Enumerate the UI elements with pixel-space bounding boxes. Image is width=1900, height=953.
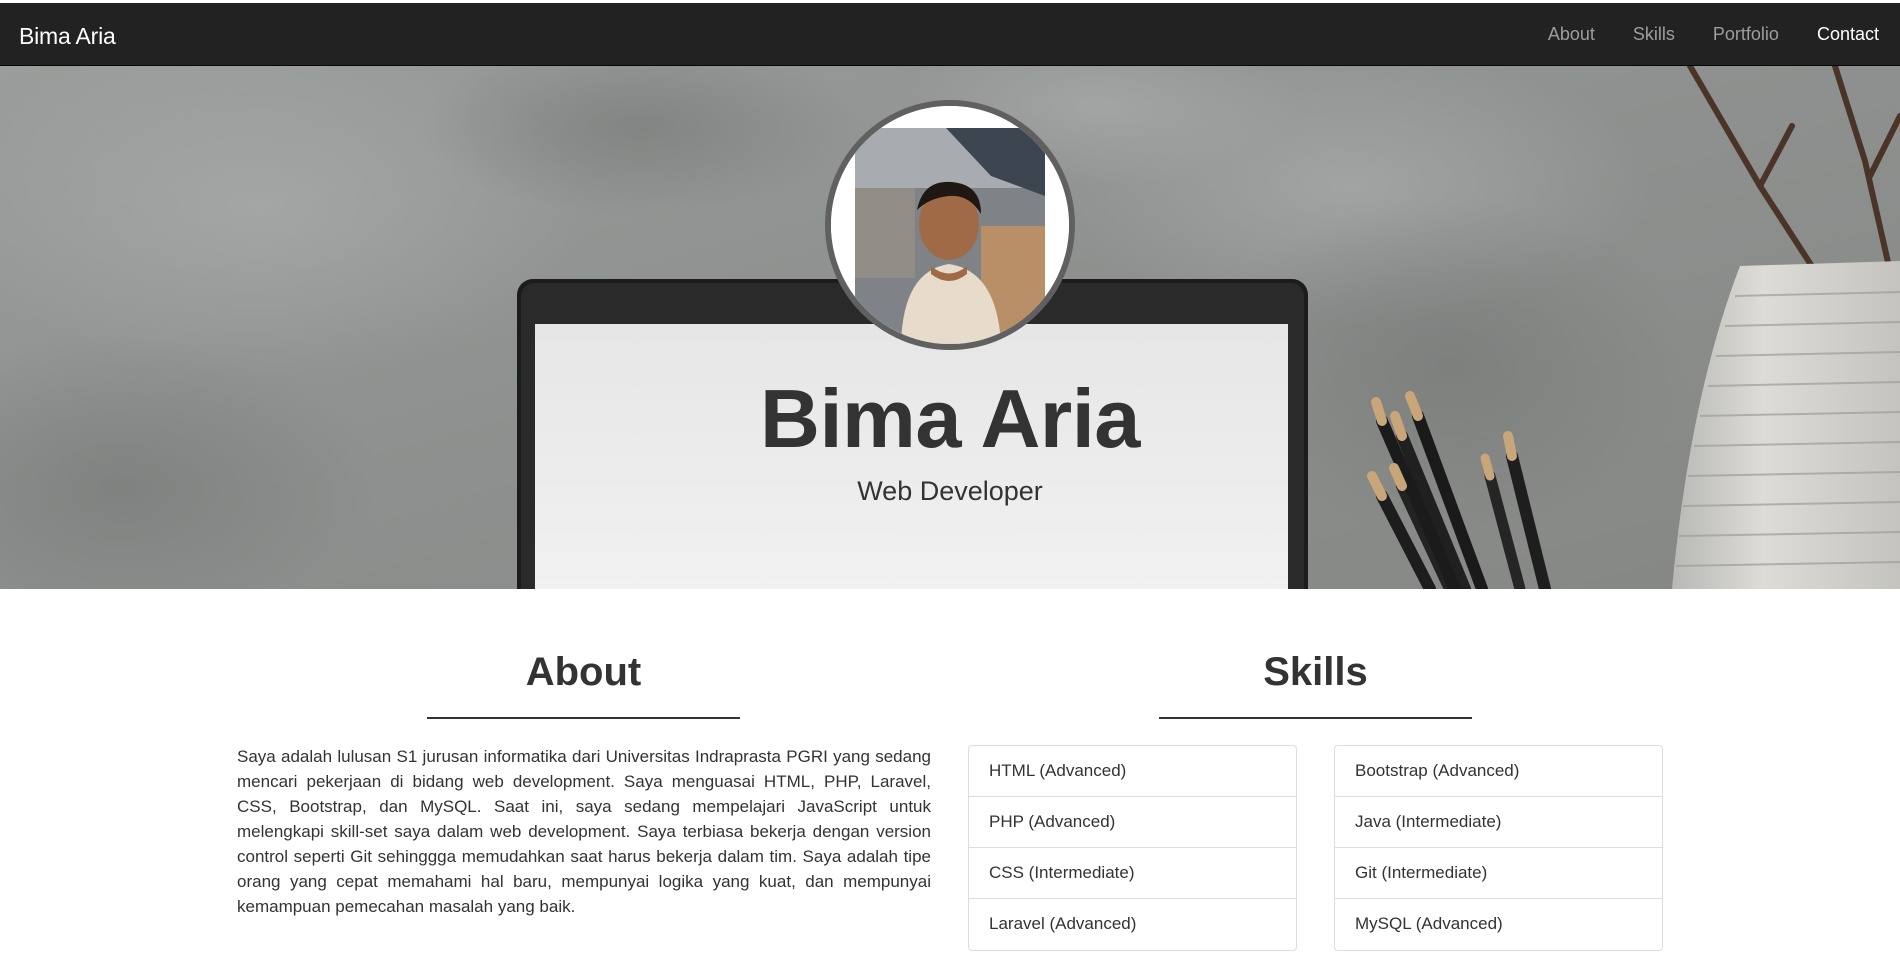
- hero-name: Bima Aria: [760, 372, 1140, 465]
- brand-link[interactable]: Bima Aria: [19, 23, 116, 50]
- nav-links: About Skills Portfolio Contact: [1529, 3, 1900, 66]
- skills-divider: [1159, 717, 1472, 719]
- about-paragraph: Saya adalah lulusan S1 jurusan informati…: [237, 747, 931, 916]
- skill-item: Git (Intermediate): [1335, 848, 1662, 899]
- about-divider: [427, 717, 740, 719]
- skill-item: Laravel (Advanced): [989, 914, 1137, 933]
- nav-link-contact[interactable]: Contact: [1798, 3, 1900, 66]
- skill-item: MySQL (Advanced): [1355, 914, 1503, 933]
- nav-link-skills[interactable]: Skills: [1614, 3, 1694, 66]
- skills-list-right: Bootstrap (Advanced) Java (Intermediate)…: [1334, 745, 1663, 951]
- navbar: Bima Aria About Skills Portfolio Contact: [0, 3, 1900, 66]
- nav-link-about[interactable]: About: [1529, 3, 1614, 66]
- skill-item: Bootstrap (Advanced): [1335, 746, 1662, 797]
- about-heading: About: [525, 650, 642, 694]
- profile-avatar: [825, 100, 1075, 350]
- skill-item: CSS (Intermediate): [969, 848, 1296, 899]
- hero-job-title: Web Developer: [857, 476, 1043, 506]
- hero-header: Bima Aria Web Developer: [0, 66, 1900, 589]
- skill-item: Java (Intermediate): [1335, 797, 1662, 848]
- profile-photo: [831, 106, 1069, 344]
- skill-item: PHP (Advanced): [969, 797, 1296, 848]
- skills-heading: Skills: [1263, 650, 1368, 694]
- nav-link-portfolio[interactable]: Portfolio: [1694, 3, 1798, 66]
- skill-item: HTML (Advanced): [969, 746, 1296, 797]
- skills-list-left: HTML (Advanced) PHP (Advanced) CSS (Inte…: [968, 745, 1297, 951]
